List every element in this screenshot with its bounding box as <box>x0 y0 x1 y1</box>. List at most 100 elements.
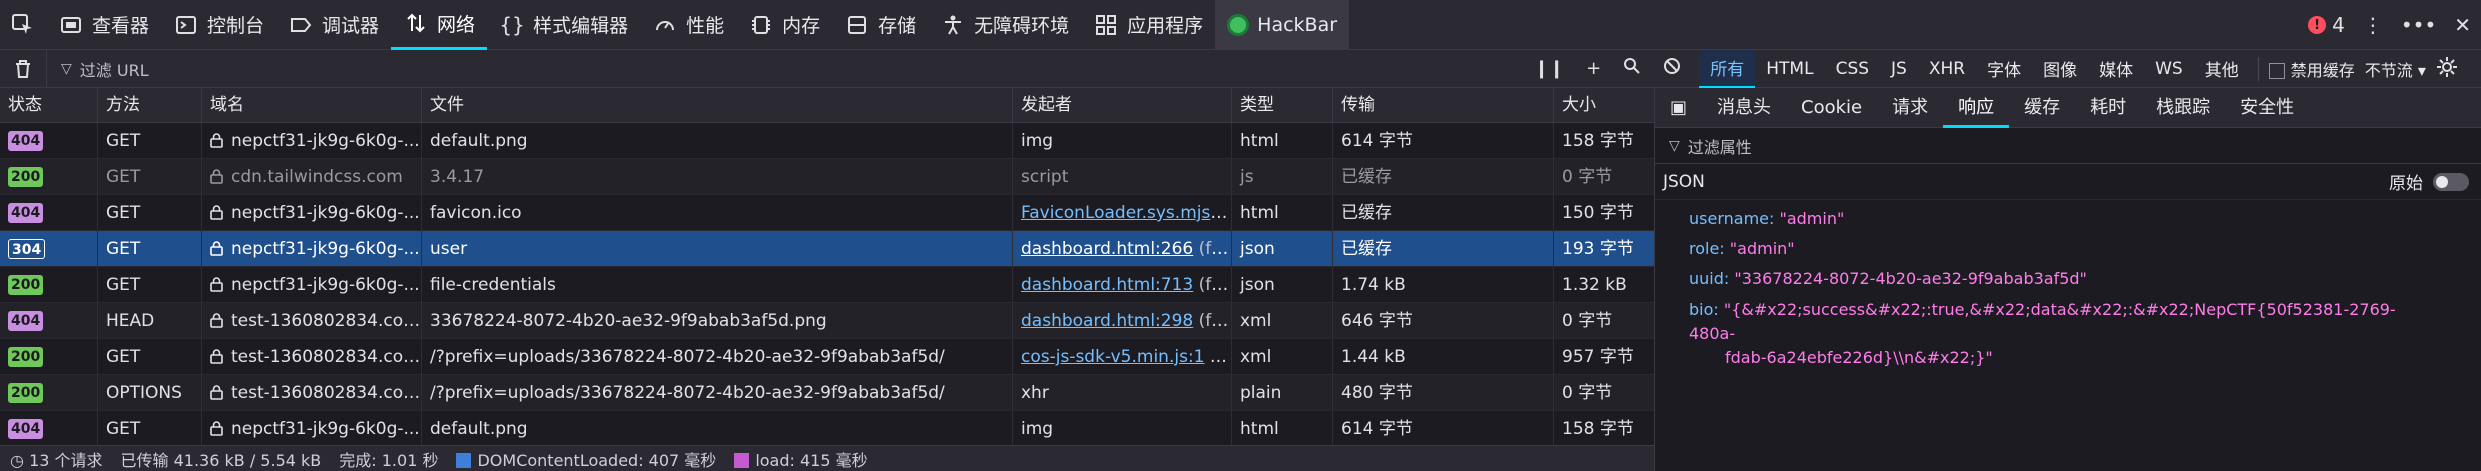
column-header-size[interactable]: 大小 <box>1554 88 1654 123</box>
tab-debugger[interactable]: 调试器 <box>276 0 391 50</box>
initiator-text[interactable]: dashboard.html:266 <box>1021 239 1193 259</box>
tab-timings[interactable]: 耗时 <box>2075 88 2141 128</box>
toggle-sidebar-icon[interactable]: ▣ <box>1655 88 1702 128</box>
cell-initiator[interactable]: dashboard.html:713 (fet... <box>1013 267 1232 303</box>
cell-initiator: xhr <box>1013 375 1232 411</box>
cell-status: 404 <box>0 411 98 445</box>
status-badge: 200 <box>8 347 44 367</box>
filter-properties-input[interactable]: ▽ 过滤属性 <box>1655 128 2481 164</box>
add-icon[interactable]: + <box>1586 58 1601 79</box>
throttle-select[interactable]: 不节流 ▾ <box>2365 57 2426 81</box>
tab-console[interactable]: 控制台 <box>161 0 276 50</box>
initiator-text[interactable]: FaviconLoader.sys.mjs:1... <box>1021 203 1231 223</box>
cell-initiator[interactable]: dashboard.html:298 (fet... <box>1013 303 1232 339</box>
column-header-transferred[interactable]: 传输 <box>1333 88 1554 123</box>
tab-response[interactable]: 响应 <box>1943 88 2010 128</box>
json-row-uuid[interactable]: uuid: "33678224-8072-4b20-ae32-9f9abab3a… <box>1655 264 2481 294</box>
tab-stack-trace[interactable]: 栈跟踪 <box>2141 88 2225 128</box>
json-row-username[interactable]: username: "admin" <box>1655 204 2481 234</box>
disable-cache-checkbox[interactable]: 禁用缓存 <box>2268 57 2355 81</box>
table-header: 状态 方法 域名 文件 发起者 类型 传输 大小 <box>0 88 1654 123</box>
table-row[interactable]: 404 GET nepctf31-jk9g-6k0g-... favicon.ico F… <box>0 195 1654 231</box>
raw-switch[interactable] <box>2433 172 2469 191</box>
table-row[interactable]: 200 GET nepctf31-jk9g-6k0g-... file-credent… <box>0 267 1654 303</box>
table-row[interactable]: 404 GET nepctf31-jk9g-6k0g-... default.png i… <box>0 411 1654 445</box>
type-filter-all[interactable]: 所有 <box>1699 49 1756 88</box>
cell-file: default.png <box>422 123 1013 159</box>
tab-style-editor[interactable]: {} 样式编辑器 <box>487 0 640 50</box>
type-filter-other[interactable]: 其他 <box>2194 50 2250 88</box>
block-icon[interactable] <box>1663 57 1681 80</box>
filter-url-input[interactable]: ▽ 过滤 URL <box>46 49 1516 88</box>
tab-hackbar[interactable]: HackBar <box>1215 0 1350 50</box>
tab-memory[interactable]: 内存 <box>736 0 832 50</box>
tab-performance[interactable]: 性能 <box>640 0 736 50</box>
table-row[interactable]: 200 GET test-1360802834.cos..../?prefix=up… <box>0 339 1654 375</box>
cell-initiator[interactable]: cos-js-sdk-v5.min.js:1 (x... <box>1013 339 1232 375</box>
type-filter-images[interactable]: 图像 <box>2032 50 2088 88</box>
cell-type: js <box>1232 159 1333 195</box>
column-header-status[interactable]: 状态 <box>0 88 98 123</box>
tab-headers[interactable]: 消息头 <box>1702 88 1786 128</box>
column-header-initiator[interactable]: 发起者 <box>1013 88 1232 123</box>
cell-file: user <box>422 231 1013 267</box>
settings-gear-icon[interactable] <box>2436 56 2458 82</box>
type-filter-js[interactable]: JS <box>1880 50 1918 88</box>
type-filter-xhr[interactable]: XHR <box>1918 50 1976 88</box>
type-filter-html[interactable]: HTML <box>1755 50 1824 88</box>
network-status-bar: ◷ 13 个请求 已传输 41.36 kB / 5.54 kB 完成: 1.01… <box>0 445 1654 471</box>
initiator-text[interactable]: dashboard.html:298 <box>1021 311 1193 331</box>
domain-text: nepctf31-jk9g-6k0g-... <box>231 131 420 151</box>
json-section-header[interactable]: JSON 原始 <box>1655 164 2481 200</box>
type-filter-media[interactable]: 媒体 <box>2088 50 2144 88</box>
cell-size: 150 字节 <box>1562 203 1634 223</box>
tab-cache[interactable]: 缓存 <box>2009 88 2075 128</box>
tab-security[interactable]: 安全性 <box>2225 88 2309 128</box>
type-filter-css[interactable]: CSS <box>1825 50 1880 88</box>
error-count-badge[interactable]: ! 4 <box>2308 13 2345 37</box>
initiator-text[interactable]: dashboard.html:713 <box>1021 275 1193 295</box>
tab-hackbar-label: HackBar <box>1257 13 1338 36</box>
tab-cookies[interactable]: Cookie <box>1786 88 1877 128</box>
status-badge: 200 <box>8 167 44 187</box>
table-row[interactable]: 304 GET nepctf31-jk9g-6k0g-... user dashboar… <box>0 231 1654 267</box>
tab-accessibility[interactable]: 无障碍环境 <box>928 0 1081 50</box>
json-row-role[interactable]: role: "admin" <box>1655 234 2481 264</box>
raw-toggle[interactable]: 原始 <box>2389 169 2469 194</box>
initiator-text[interactable]: cos-js-sdk-v5.min.js:1 <box>1021 347 1205 367</box>
load-swatch <box>734 452 750 468</box>
search-icon[interactable] <box>1623 57 1641 80</box>
more-options-icon[interactable]: ••• <box>2401 13 2436 37</box>
column-header-method[interactable]: 方法 <box>98 88 202 123</box>
cell-file: favicon.ico <box>422 195 1013 231</box>
element-picker-button[interactable] <box>0 0 46 50</box>
close-icon[interactable]: ✕ <box>2454 13 2471 37</box>
cell-initiator: img <box>1013 411 1232 445</box>
tab-network[interactable]: 网络 <box>391 0 488 50</box>
timer-icon: ◷ <box>10 450 24 470</box>
status-badge: 200 <box>8 275 44 295</box>
type-filter-ws[interactable]: WS <box>2144 50 2194 88</box>
column-header-domain[interactable]: 域名 <box>202 88 422 123</box>
type-filter-fonts[interactable]: 字体 <box>1976 50 2032 88</box>
column-header-file[interactable]: 文件 <box>422 88 1013 123</box>
table-row[interactable]: 200 OPTIONS test-1360802834.cos..../?prefi… <box>0 375 1654 411</box>
domain-text: test-1360802834.cos.... <box>231 383 422 403</box>
json-row-bio[interactable]: bio: "{&#x22;success&#x22;:true,&#x22;da… <box>1655 294 2481 370</box>
table-row[interactable]: 200 GET cdn.tailwindcss.com 3.4.17 script js 已… <box>0 159 1654 195</box>
lock-icon <box>210 383 231 403</box>
column-header-type[interactable]: 类型 <box>1232 88 1333 123</box>
table-row[interactable]: 404 GET nepctf31-jk9g-6k0g-... default.png i… <box>0 123 1654 159</box>
cell-initiator[interactable]: dashboard.html:266 (fet... <box>1013 231 1232 267</box>
tab-application[interactable]: 应用程序 <box>1081 0 1215 50</box>
table-row[interactable]: 404 HEAD test-1360802834.cos.... 33678224-8… <box>0 303 1654 339</box>
cell-initiator[interactable]: FaviconLoader.sys.mjs:1... <box>1013 195 1232 231</box>
tab-inspector[interactable]: 查看器 <box>46 0 161 50</box>
tab-storage[interactable]: 存储 <box>832 0 928 50</box>
clear-requests-button[interactable] <box>0 50 46 88</box>
load-time: load: 415 毫秒 <box>734 447 868 471</box>
tab-request[interactable]: 请求 <box>1877 88 1943 128</box>
dock-options-icon[interactable]: ⋮ <box>2363 13 2383 37</box>
pause-icon[interactable]: ❙❙ <box>1534 58 1564 79</box>
cell-domain: nepctf31-jk9g-6k0g-... <box>202 231 422 267</box>
